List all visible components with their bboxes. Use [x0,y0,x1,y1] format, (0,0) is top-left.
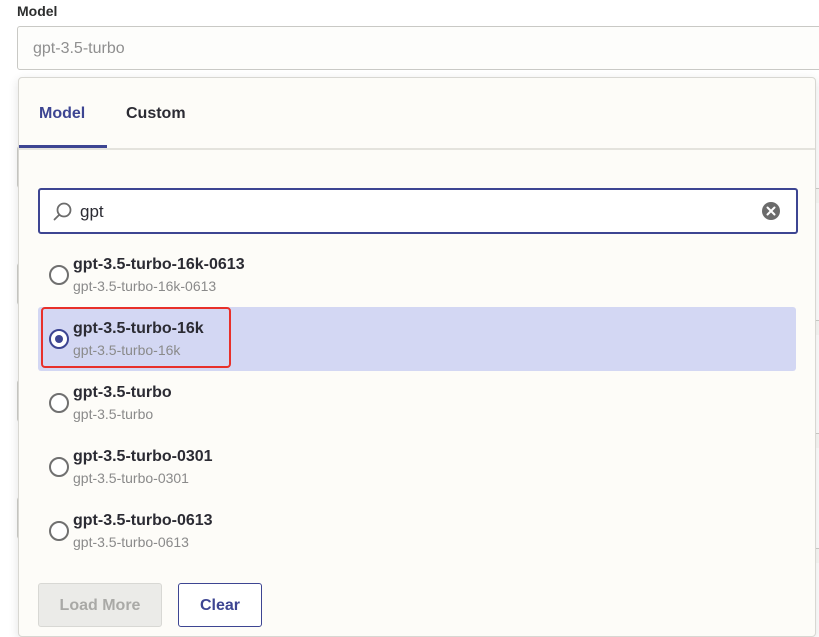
model-dropdown: Model Custom gpt gpt-3.5-turbo-16k-0613 … [18,77,816,637]
model-option[interactable]: gpt-3.5-turbo-0301 gpt-3.5-turbo-0301 [38,435,796,499]
option-subtitle: gpt-3.5-turbo-16k-0613 [73,278,217,294]
option-title: gpt-3.5-turbo-16k-0613 [73,256,245,273]
radio-dot-icon [55,335,63,343]
radio-button-checked[interactable] [49,329,69,349]
search-icon [52,201,74,223]
radio-button[interactable] [49,457,69,477]
tab-bar: Model Custom [19,78,815,150]
model-option[interactable]: gpt-3.5-turbo gpt-3.5-turbo [38,371,796,435]
tab-model[interactable]: Model [19,78,107,148]
clear-search-icon[interactable] [762,202,780,220]
option-subtitle: gpt-3.5-turbo-0301 [73,470,189,486]
tab-custom[interactable]: Custom [126,78,206,148]
radio-button[interactable] [49,265,69,285]
option-title: gpt-3.5-turbo-0613 [73,512,213,529]
option-title: gpt-3.5-turbo [73,384,172,401]
model-option[interactable]: gpt-3.5-turbo-16k-0613 gpt-3.5-turbo-16k… [38,243,796,307]
option-title: gpt-3.5-turbo-16k [73,320,204,337]
radio-button[interactable] [49,393,69,413]
clear-button[interactable]: Clear [178,583,262,627]
radio-button[interactable] [49,521,69,541]
option-subtitle: gpt-3.5-turbo [73,406,154,422]
model-select-input[interactable]: gpt-3.5-turbo [17,26,819,70]
option-subtitle: gpt-3.5-turbo-0613 [73,534,189,550]
load-more-button[interactable]: Load More [38,583,162,627]
search-input[interactable]: gpt [38,188,798,234]
model-field-label: Model [17,3,58,19]
model-option-selected[interactable]: gpt-3.5-turbo-16k gpt-3.5-turbo-16k [38,307,796,371]
search-query: gpt [80,202,104,221]
model-option[interactable]: gpt-3.5-turbo-0613 gpt-3.5-turbo-0613 [38,499,796,563]
option-title: gpt-3.5-turbo-0301 [73,448,213,465]
option-subtitle: gpt-3.5-turbo-16k [73,342,181,358]
